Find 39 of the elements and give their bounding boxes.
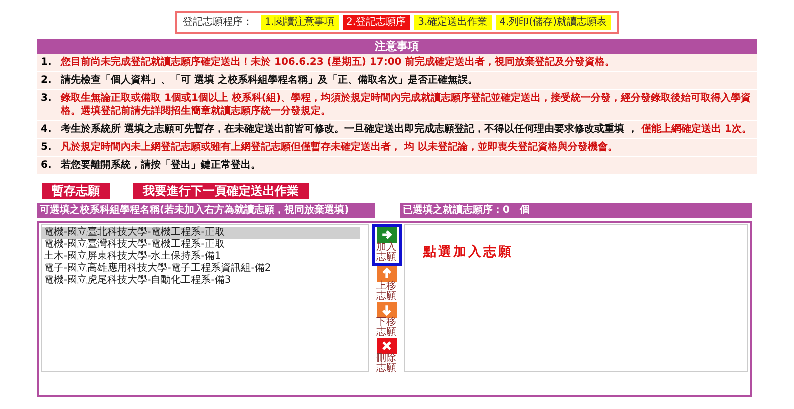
close-icon [376, 338, 396, 354]
step-tab[interactable]: 2.登記志願序 [342, 15, 410, 30]
list-option[interactable]: 土木-國立屏東科技大學-水土保持系-備1 [42, 251, 360, 263]
notice-text-part: 請先檢查「個人資料」、「可 選填 之校系科組學程名稱」及「正、備取名次」是否正確無誤。 [61, 75, 478, 86]
arrow-down-icon [376, 302, 396, 318]
chosen-header: 已選填之就讀志願序：0 個 [400, 203, 752, 218]
list-control-button[interactable]: 下移志願 [372, 302, 402, 338]
step-tab[interactable]: 1.閱讀注意事項 [261, 15, 339, 30]
list-option[interactable]: 電機-國立臺灣科技大學-電機工程系-正取 [42, 239, 360, 251]
notice-text-part: 若您要離開系統，請按「登出」鍵正常登出。 [61, 160, 261, 171]
step-tab[interactable]: 4.列印(儲存)就讀志願表 [496, 15, 611, 30]
steps-label: 登記志願程序： [183, 16, 253, 30]
action-button[interactable]: 我要進行下一頁確定送出作業 [133, 183, 309, 199]
notice-number: 2. [41, 74, 53, 87]
chosen-list[interactable]: 點選加入志願 [404, 224, 748, 372]
add-hint: 點選加入志願 [423, 245, 514, 260]
notice-number: 4. [41, 123, 53, 136]
available-list[interactable]: 電機-國立臺北科技大學-電機工程系-正取 電機-國立臺灣科技大學-電機工程系-正取 土木-國立屏東科技大學-水土保持系-備1 電子-國立高雄應用科技大學-電子工程系資訊組-備2 電機-國立虎尾科技大學-自動化工程系-備3 [41, 224, 369, 372]
list-control-button[interactable]: 加入志願 [372, 224, 402, 266]
arrow-up-icon [376, 266, 396, 282]
notice-text-part: 錄取生無論正取或備取 1個或1個以上 校系科(組)、學程，均須於規定時間內完成就讀志願序登記並確定送出，接受統一分發，經分發錄取後始可取得入學資格。選填登記前請先詳閱招生簡章就讀志願序統一分發規定。 [61, 93, 752, 117]
notice-number: 3. [41, 92, 53, 106]
list-option[interactable]: 電機-國立虎尾科技大學-自動化工程系-備3 [42, 275, 360, 287]
list-option[interactable]: 電子-國立高雄應用科技大學-電子工程系資訊組-備2 [42, 263, 360, 275]
notice-text-part: 考生於系統所 選填之志願可先暫存，在未確定送出前皆可修改。一旦確定送出即完成志願登記，不得以任何理由要求修改或重填 ， [61, 124, 639, 135]
action-button[interactable]: 暫存志願 [42, 183, 110, 199]
notice-text-part: 僅能上網確定送出 1次。 [641, 124, 752, 135]
list-control-button[interactable]: 上移志願 [372, 266, 402, 302]
list-option[interactable]: 電機-國立臺北科技大學-電機工程系-正取 [42, 227, 360, 239]
notice-text-part: 您目前尚未完成登記就讀志願序確定送出！未於 106.6.23 (星期五) 17:00 前完成確定送出者，視同放棄登記及分發資格。 [61, 57, 616, 68]
notice-number: 5. [41, 141, 53, 154]
arrow-right-icon [376, 227, 396, 243]
list-control-button[interactable]: 刪除志願 [372, 338, 402, 374]
notice-number: 6. [41, 159, 53, 172]
available-header: 可選填之校系科組學程名稱(若未加入右方為就讀志願，視同放棄選填) [37, 203, 375, 218]
step-tab[interactable]: 3.確定送出作業 [414, 15, 492, 30]
notice-text-part: 凡於規定時間內未上網登記志願或雖有上網登記志願但僅暫存未確定送出者， 均 以未登記論，並即喪失登記資格與分發機會。 [61, 142, 618, 153]
notice-number: 1. [41, 56, 53, 69]
notice-header: 注意事項 [37, 39, 757, 54]
